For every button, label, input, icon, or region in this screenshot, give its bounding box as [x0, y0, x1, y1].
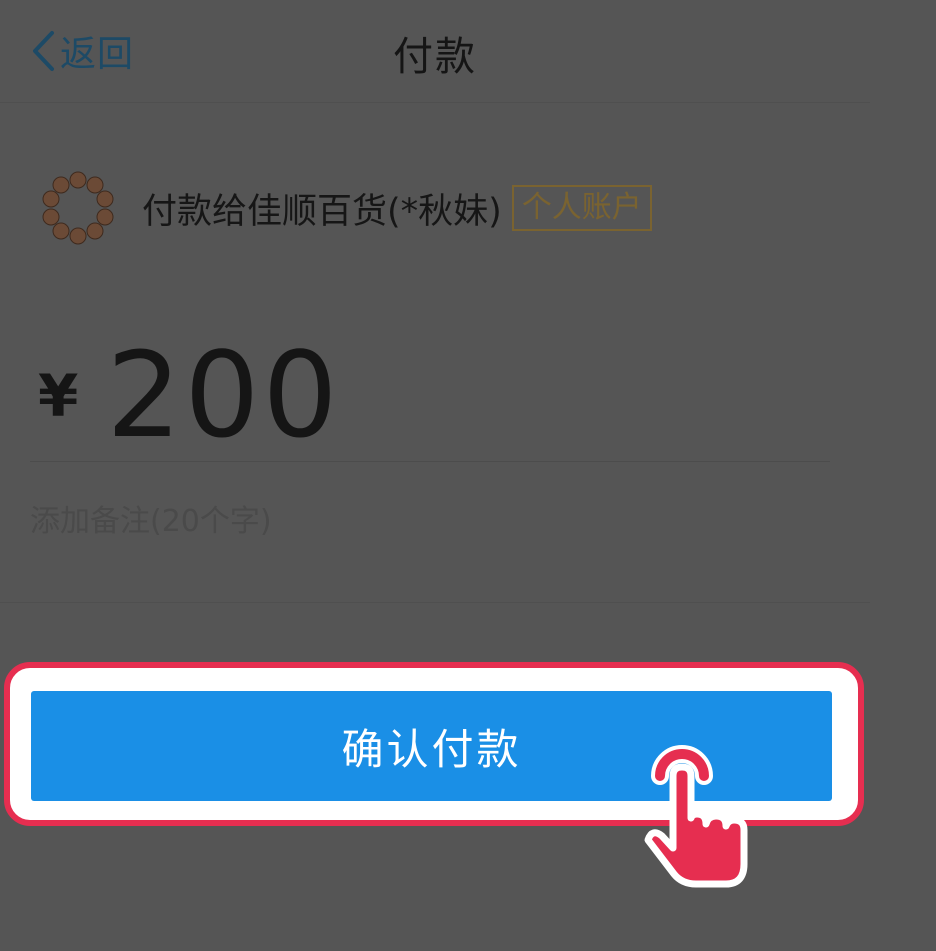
panel-divider — [0, 602, 870, 603]
payee-info: 付款给佳顺百货(*秋妹) 个人账户 — [38, 168, 652, 248]
page-title: 付款 — [393, 34, 477, 80]
avatar — [42, 171, 114, 245]
payment-screen: 返回 付款 付款给佳顺百货(*秋妹) 个人账户 ¥ 200 添加备注(20个字)… — [0, 0, 936, 951]
account-type-badge: 个人账户 — [511, 185, 652, 231]
amount-value: 200 — [106, 326, 341, 464]
navigation-bar: 返回 付款 — [0, 0, 870, 103]
currency-symbol: ¥ — [38, 362, 79, 430]
amount-display[interactable]: ¥ 200 — [38, 330, 341, 460]
remark-input[interactable]: 添加备注(20个字) — [30, 500, 830, 544]
amount-divider — [30, 461, 830, 462]
tap-hand-icon — [644, 745, 748, 888]
payee-name: 付款给佳顺百货(*秋妹) — [142, 191, 502, 232]
